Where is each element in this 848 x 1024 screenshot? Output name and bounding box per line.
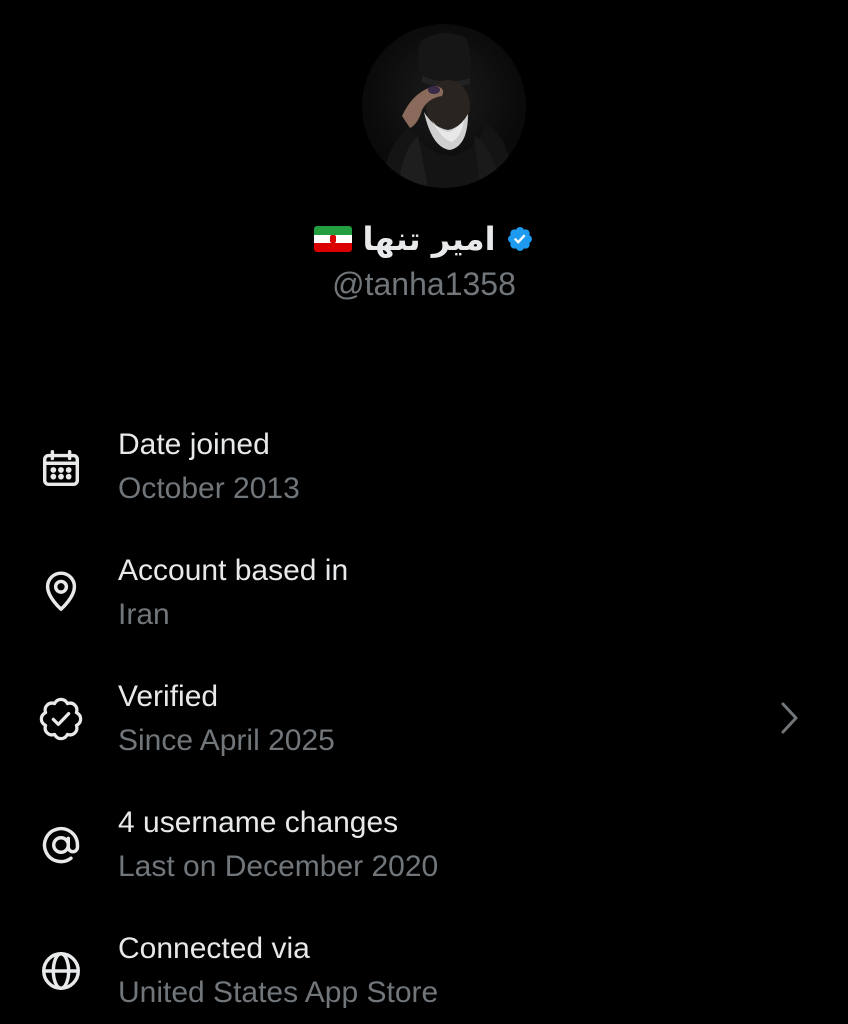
location-pin-icon bbox=[36, 566, 86, 616]
info-title: Verified bbox=[118, 680, 219, 713]
info-date-joined: Date joined October 2013 bbox=[0, 426, 848, 526]
info-title: Account based in bbox=[118, 554, 349, 587]
info-subtitle: Since April 2025 bbox=[118, 724, 335, 757]
avatar[interactable] bbox=[362, 24, 526, 188]
info-subtitle: Iran bbox=[118, 598, 170, 631]
info-verified-row[interactable]: Verified Since April 2025 bbox=[0, 678, 848, 778]
info-subtitle: United States App Store bbox=[118, 976, 439, 1009]
calendar-icon bbox=[36, 444, 86, 494]
info-subtitle: Last on December 2020 bbox=[118, 850, 439, 883]
verified-outline-icon bbox=[36, 694, 86, 744]
info-connected-via: Connected via United States App Store bbox=[0, 930, 848, 1024]
verified-badge-icon bbox=[507, 227, 532, 251]
info-subtitle: October 2013 bbox=[118, 472, 300, 505]
avatar-image bbox=[382, 32, 514, 188]
about-account-screen: امیر تنها @tanha1358 Date joined October bbox=[0, 0, 848, 1024]
chevron-right-icon[interactable] bbox=[774, 698, 804, 738]
info-username-changes: 4 username changes Last on December 2020 bbox=[0, 804, 848, 904]
at-sign-icon bbox=[36, 820, 86, 870]
display-name: امیر تنها bbox=[362, 220, 496, 258]
profile-name-row: امیر تنها bbox=[0, 216, 848, 262]
iran-flag-icon bbox=[314, 226, 353, 252]
info-title: Connected via bbox=[118, 932, 310, 965]
info-title: Date joined bbox=[118, 428, 270, 461]
profile-handle: @tanha1358 bbox=[332, 266, 516, 302]
info-account-based-in: Account based in Iran bbox=[0, 552, 848, 652]
globe-icon bbox=[36, 946, 86, 996]
info-title: 4 username changes bbox=[118, 806, 399, 839]
